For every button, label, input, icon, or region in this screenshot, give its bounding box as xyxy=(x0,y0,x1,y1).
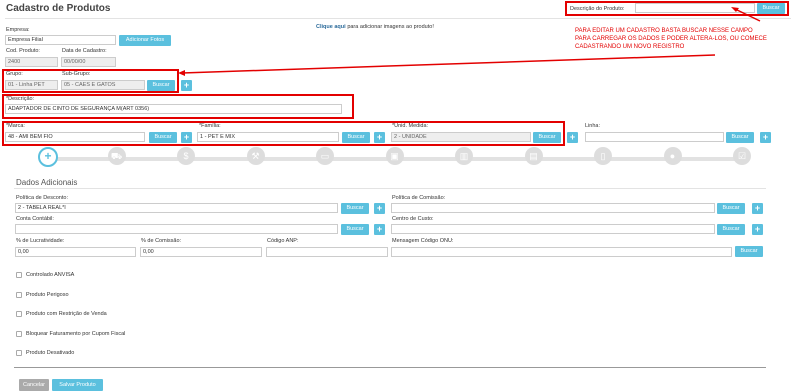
conta-contabil-add-button[interactable]: + xyxy=(374,224,385,235)
checkbox-label: Produto com Restrição de Venda xyxy=(26,311,107,317)
checkbox-label: Produto Desativado xyxy=(26,350,75,356)
checkbox[interactable] xyxy=(16,350,22,356)
data-cadastro-field[interactable]: 00/00/00 xyxy=(61,57,116,67)
conta-contabil-field[interactable] xyxy=(15,224,338,234)
cod-produto-label: Cod. Produto: xyxy=(6,48,40,54)
lucratividade-label: % de Lucratividade: xyxy=(16,238,65,244)
familia-field[interactable]: 1 - PET E MIX xyxy=(197,132,339,142)
unid-medida-label: *Unid. Medida: xyxy=(392,123,429,129)
wrench-icon[interactable]: ⚒ xyxy=(246,147,265,165)
centro-custo-search-button[interactable]: Buscar xyxy=(717,224,745,235)
sub-grupo-label: Sub-Grupo: xyxy=(62,71,91,77)
grupo-label: Grupo: xyxy=(6,71,23,77)
marca-label: *Marca: xyxy=(6,123,25,129)
unid-medida-search-button[interactable]: Buscar xyxy=(533,132,561,143)
linha-label: Linha: xyxy=(585,123,600,129)
unid-medida-add-button[interactable]: + xyxy=(567,132,578,143)
dados-adicionais-title: Dados Adicionais xyxy=(16,178,78,187)
checkbox[interactable] xyxy=(16,272,22,278)
dollar-icon[interactable]: $ xyxy=(177,147,195,165)
sub-grupo-add-button[interactable]: + xyxy=(181,80,192,91)
descricao-label: *Descrição: xyxy=(6,96,35,102)
cancel-button[interactable]: Cancelar xyxy=(19,379,49,391)
politica-comissao-label: Política de Comissão: xyxy=(392,195,446,201)
centro-custo-label: Centro de Custo: xyxy=(392,216,434,222)
codigo-anp-label: Código ANP: xyxy=(267,238,299,244)
checkbox[interactable] xyxy=(16,292,22,298)
truck-icon[interactable]: ⛟ xyxy=(107,147,126,165)
checkbox-label: Bloquear Faturamento por Cupom Fiscal xyxy=(26,331,126,337)
linha-search-button[interactable]: Buscar xyxy=(726,132,754,143)
politica-comissao-add-button[interactable]: + xyxy=(752,203,763,214)
comissao-label: % de Comissão: xyxy=(141,238,182,244)
mensagem-onu-label: Mensagem Código ONU: xyxy=(392,238,454,244)
money-icon[interactable]: ▭ xyxy=(316,147,334,165)
checklist-icon[interactable]: ☑ xyxy=(733,147,751,165)
sub-grupo-search-button[interactable]: Buscar xyxy=(147,80,175,91)
conta-contabil-search-button[interactable]: Buscar xyxy=(341,224,369,235)
politica-desconto-field[interactable]: 2 - TABELA REAL*I xyxy=(15,203,338,213)
image-link-row: Clique aqui para adicionar imagens ao pr… xyxy=(316,24,434,30)
save-product-button[interactable]: Salvar Produto xyxy=(52,379,103,391)
codigo-anp-field[interactable] xyxy=(266,247,388,257)
politica-comissao-field[interactable] xyxy=(391,203,715,213)
grupo-field[interactable]: 01 - Linha PET xyxy=(5,80,58,90)
politica-desconto-add-button[interactable]: + xyxy=(374,203,385,214)
data-cadastro-label: Data de Cadastro: xyxy=(62,48,107,54)
politica-desconto-search-button[interactable]: Buscar xyxy=(341,203,369,214)
barcode-icon[interactable]: ▥ xyxy=(455,147,473,165)
empresa-label: Empresa: xyxy=(6,27,30,33)
checkbox[interactable] xyxy=(16,331,22,337)
map-marker-icon[interactable]: ● xyxy=(663,147,682,165)
politica-comissao-search-button[interactable]: Buscar xyxy=(717,203,745,214)
dados-divider xyxy=(14,188,766,189)
centro-custo-field[interactable] xyxy=(391,224,715,234)
marca-add-button[interactable]: + xyxy=(181,132,192,143)
plus-icon[interactable]: + xyxy=(38,147,58,167)
add-photos-button[interactable]: Adicionar Fotos xyxy=(119,35,171,46)
linha-add-button[interactable]: + xyxy=(760,132,771,143)
image-link[interactable]: Clique aqui xyxy=(316,24,346,30)
book-icon[interactable]: ▤ xyxy=(524,147,543,165)
cod-produto-field[interactable]: 2400 xyxy=(5,57,58,67)
centro-custo-add-button[interactable]: + xyxy=(752,224,763,235)
marca-search-button[interactable]: Buscar xyxy=(149,132,177,143)
politica-desconto-label: Política de Desconto: xyxy=(16,195,68,201)
document-icon[interactable]: ▯ xyxy=(594,147,612,165)
familia-add-button[interactable]: + xyxy=(374,132,385,143)
mensagem-onu-search-button[interactable]: Buscar xyxy=(735,246,763,257)
linha-field[interactable] xyxy=(585,132,724,142)
image-link-suffix: para adicionar imagens ao produto! xyxy=(347,24,434,30)
comissao-field[interactable]: 0,00 xyxy=(140,247,262,257)
checkbox[interactable] xyxy=(16,311,22,317)
unid-medida-field[interactable]: 2 - UNIDADE xyxy=(391,132,531,142)
marca-field[interactable]: 48 - AMI BEM FIO xyxy=(5,132,145,142)
checkbox-label: Controlado ANVISA xyxy=(26,272,75,278)
box-icon[interactable]: ▣ xyxy=(385,147,404,165)
mensagem-onu-field[interactable] xyxy=(391,247,732,257)
conta-contabil-label: Conta Contábil: xyxy=(16,216,54,222)
footer-divider xyxy=(14,367,766,368)
sub-grupo-field[interactable]: 05 - CAES E GATOS xyxy=(61,80,145,90)
descricao-field[interactable]: ADAPTADOR DE CINTO DE SEGURANÇA M(ART 03… xyxy=(5,104,342,114)
familia-search-button[interactable]: Buscar xyxy=(342,132,370,143)
empresa-field[interactable]: Empresa Filial xyxy=(5,35,116,45)
familia-label: *Família: xyxy=(199,123,221,129)
lucratividade-field[interactable]: 0,00 xyxy=(15,247,136,257)
checkbox-label: Produto Perigoso xyxy=(26,292,69,298)
